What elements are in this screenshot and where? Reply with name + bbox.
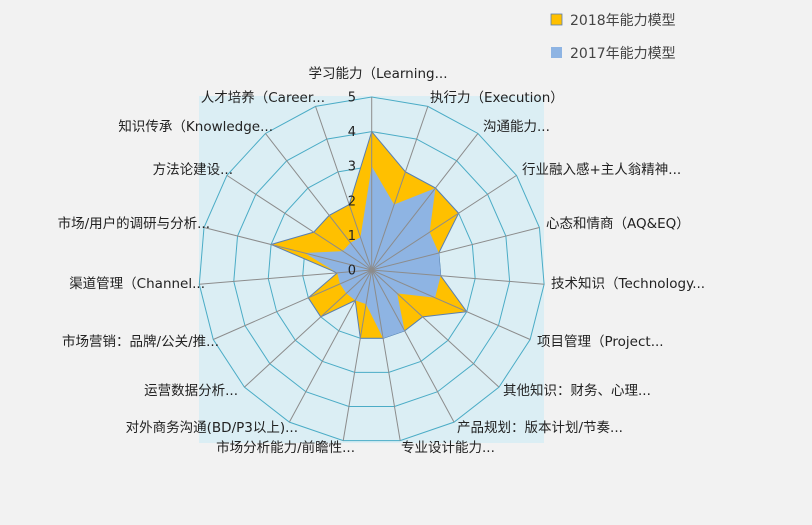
category-label: 技术知识（Technology... bbox=[551, 275, 705, 292]
category-label: 产品规划：版本计划/节奏... bbox=[457, 420, 623, 436]
category-label: 市场分析能力/前瞻性... bbox=[216, 439, 355, 456]
tick-label: 2 bbox=[348, 194, 356, 209]
tick-label: 3 bbox=[348, 160, 356, 175]
tick-label: 0 bbox=[348, 264, 356, 279]
category-label: 行业融入感+主人翁精神... bbox=[522, 161, 681, 178]
category-label: 市场营销：品牌/公关/推... bbox=[62, 333, 219, 350]
category-label: 人才培养（Career... bbox=[201, 90, 325, 106]
category-label: 学习能力（Learning... bbox=[309, 66, 448, 82]
category-label: 渠道管理（Channel... bbox=[69, 276, 205, 292]
legend-label-2018: 2018年能力模型 bbox=[570, 13, 676, 29]
category-label: 专业设计能力... bbox=[401, 440, 495, 456]
legend-swatch-2017 bbox=[551, 47, 562, 58]
legend-label-2017: 2017年能力模型 bbox=[570, 46, 676, 62]
category-label: 方法论建设... bbox=[153, 162, 233, 178]
category-label: 项目管理（Project... bbox=[537, 334, 664, 350]
category-label: 知识传承（Knowledge... bbox=[118, 118, 273, 135]
tick-label: 1 bbox=[348, 229, 356, 244]
legend-swatch-2018 bbox=[550, 13, 563, 26]
tick-label: 4 bbox=[348, 125, 356, 140]
category-label: 运营数据分析... bbox=[144, 383, 238, 399]
category-label: 执行力（Execution） bbox=[430, 90, 564, 106]
legend: 2018年能力模型 2017年能力模型 bbox=[550, 13, 676, 62]
category-label: 心态和情商（AQ&EQ） bbox=[546, 216, 690, 232]
category-label: 市场/用户的调研与分析... bbox=[58, 215, 210, 232]
category-label: 沟通能力... bbox=[483, 119, 550, 135]
category-label: 其他知识：财务、心理... bbox=[503, 382, 651, 399]
category-label: 对外商务沟通(BD/P3以上)... bbox=[126, 420, 298, 436]
radar-chart: 0 1 2 3 4 5 学习能力（Learning... 执行力（Execution） 沟通能… bbox=[58, 13, 706, 456]
tick-label: 5 bbox=[348, 91, 356, 106]
